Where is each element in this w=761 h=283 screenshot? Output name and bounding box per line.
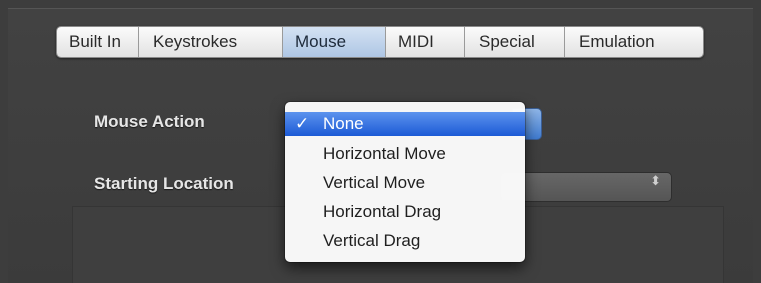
menu-item-vertical-drag[interactable]: Vertical Drag [285, 229, 525, 253]
tab-built-in[interactable]: Built In [57, 27, 139, 57]
mouse-action-dropdown-menu: ✓ None Horizontal Move Vertical Move Hor… [285, 102, 525, 262]
menu-item-horizontal-drag[interactable]: Horizontal Drag [285, 200, 525, 224]
tab-bar: Built In Keystrokes Mouse MIDI Special E… [56, 26, 704, 58]
tab-midi[interactable]: MIDI [386, 27, 465, 57]
tab-mouse[interactable]: Mouse [283, 27, 386, 57]
updown-arrows-icon: ⬍ [650, 173, 661, 188]
tab-emulation[interactable]: Emulation [565, 27, 703, 57]
checkmark-icon: ✓ [295, 114, 310, 133]
menu-item-vertical-move[interactable]: Vertical Move [285, 171, 525, 195]
menu-item-label: Vertical Drag [323, 231, 421, 250]
menu-item-horizontal-move[interactable]: Horizontal Move [285, 142, 525, 166]
tab-keystrokes[interactable]: Keystrokes [139, 27, 283, 57]
mouse-action-label: Mouse Action [94, 112, 205, 131]
menu-item-label: Vertical Move [323, 173, 426, 192]
starting-location-label: Starting Location [94, 174, 234, 193]
menu-item-label: Horizontal Move [323, 144, 446, 163]
menu-item-label: None [323, 114, 364, 133]
menu-item-label: Horizontal Drag [323, 202, 442, 221]
menu-item-none[interactable]: ✓ None [285, 112, 525, 136]
tab-special[interactable]: Special [465, 27, 565, 57]
starting-location-select[interactable]: ⬍ [500, 172, 672, 202]
